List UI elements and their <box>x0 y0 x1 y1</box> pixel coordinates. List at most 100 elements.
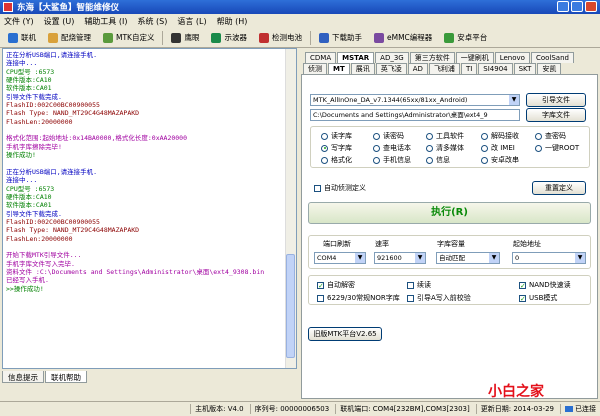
da-file-select[interactable]: MTK_AllInOne_DA_v7.1344(65xx/81xx_Androi… <box>310 94 520 106</box>
auto-detect-checkbox[interactable]: 自动侦测定义 <box>314 183 366 193</box>
radio-circle[interactable] <box>373 144 380 152</box>
tab-2[interactable]: 展讯 <box>350 63 375 74</box>
radio-option[interactable]: 安卓改串 <box>481 155 519 165</box>
radio-circle[interactable] <box>535 144 542 152</box>
font-file-button[interactable]: 字库文件 <box>526 108 586 122</box>
option-checkbox[interactable]: 6229/30常规NOR字库 <box>317 293 400 303</box>
tab-9[interactable]: 安凯 <box>537 63 562 74</box>
tab-3[interactable]: 英飞凌 <box>375 63 407 74</box>
radio-option[interactable]: 改 IMEI <box>481 143 515 153</box>
execute-button[interactable]: 执行(R) <box>308 202 591 224</box>
option-checkbox[interactable]: 引导A写入前校验 <box>407 293 471 303</box>
tab-3[interactable]: 第三方软件 <box>409 52 455 63</box>
path-field[interactable]: C:\Documents and Settings\Administrator\… <box>310 109 520 121</box>
tab-1[interactable]: MT <box>328 63 350 74</box>
radio-option[interactable]: 查电话本 <box>373 143 411 153</box>
checkbox-box[interactable] <box>317 294 324 302</box>
radio-option[interactable]: 格式化 <box>321 155 352 165</box>
option-checkbox[interactable]: 续读 <box>407 280 431 290</box>
menu-settings[interactable]: 设置 (U) <box>44 16 75 27</box>
tab-0[interactable]: CDMA <box>305 52 337 63</box>
toolbar-button-8[interactable]: 安卓平台 <box>439 30 492 46</box>
tab-8[interactable]: SKT <box>513 63 537 74</box>
checkbox-box[interactable] <box>314 184 321 192</box>
chevron-down-icon[interactable]: ▼ <box>415 253 425 263</box>
checkbox-box[interactable] <box>407 281 414 289</box>
tab-5[interactable]: Lenovo <box>494 52 530 63</box>
radio-option[interactable]: 读字库 <box>321 131 352 141</box>
port-select[interactable]: COM4 ▼ <box>314 252 366 264</box>
toolbar-button-6[interactable]: 下载助手 <box>314 30 367 46</box>
option-checkbox[interactable]: ✓ USB模式 <box>519 293 557 303</box>
radio-circle[interactable] <box>426 156 433 164</box>
option-checkbox[interactable]: ✓ 自动解密 <box>317 280 355 290</box>
radio-circle[interactable] <box>535 132 542 140</box>
radio-label: 查电话本 <box>383 144 411 152</box>
tab-help[interactable]: 联机帮助 <box>45 371 87 383</box>
radio-circle[interactable] <box>321 156 328 164</box>
menu-tools[interactable]: 辅助工具 (I) <box>84 16 127 27</box>
toolbar-button-1[interactable]: 配烧管理 <box>43 30 96 46</box>
chevron-down-icon[interactable]: ▼ <box>355 253 365 263</box>
tab-6[interactable]: TI <box>460 63 478 74</box>
menu-file[interactable]: 文件 (Y) <box>4 16 34 27</box>
chevron-down-icon[interactable]: ▼ <box>489 253 499 263</box>
tab-5[interactable]: 飞利浦 <box>428 63 460 74</box>
scrollbar-thumb[interactable] <box>286 254 295 358</box>
checkbox-box[interactable]: ✓ <box>519 294 526 302</box>
radio-circle[interactable] <box>481 132 488 140</box>
menu-help[interactable]: 帮助 (H) <box>217 16 248 27</box>
radio-option[interactable]: 查密码 <box>535 131 566 141</box>
checkbox-box[interactable]: ✓ <box>519 281 526 289</box>
minimize-icon[interactable] <box>557 1 569 12</box>
toolbar-button-4[interactable]: 示波器 <box>206 30 252 46</box>
radio-option[interactable]: 工具软件 <box>426 131 464 141</box>
radio-option[interactable]: 信息 <box>426 155 450 165</box>
menu-language[interactable]: 语言 (L) <box>177 16 206 27</box>
toolbar-button-label: MTK自定义 <box>116 33 155 42</box>
radio-option[interactable]: 解码接收 <box>481 131 519 141</box>
toolbar-button-2[interactable]: MTK自定义 <box>98 30 159 46</box>
radio-circle[interactable] <box>373 132 380 140</box>
radio-circle[interactable] <box>373 156 380 164</box>
maximize-icon[interactable] <box>571 1 583 12</box>
tab-0[interactable]: 侦测 <box>303 63 327 74</box>
close-icon[interactable] <box>585 1 597 12</box>
tab-4[interactable]: 一键刷机 <box>455 52 494 63</box>
radio-circle[interactable] <box>321 144 328 152</box>
radio-option[interactable]: 读密码 <box>373 131 404 141</box>
toolbar-button-7[interactable]: eMMC编程器 <box>369 30 437 46</box>
boot-file-button[interactable]: 引导文件 <box>526 93 586 107</box>
chevron-down-icon[interactable]: ▼ <box>575 253 585 263</box>
toolbar-button-0[interactable]: 联机 <box>3 30 41 46</box>
tab-4[interactable]: AD <box>407 63 428 74</box>
radio-circle[interactable] <box>426 144 433 152</box>
toolbar-button-3[interactable]: 鹰眼 <box>166 30 204 46</box>
tab-1[interactable]: MSTAR <box>337 52 375 63</box>
capacity-select[interactable]: 自动匹配 ▼ <box>436 252 500 264</box>
menu-system[interactable]: 系统 (S) <box>137 16 167 27</box>
checkbox-box[interactable]: ✓ <box>317 281 324 289</box>
radio-option[interactable]: 一键ROOT <box>535 143 579 153</box>
toolbar-button-5[interactable]: 检测电池 <box>254 30 307 46</box>
radio-circle[interactable] <box>321 132 328 140</box>
start-addr-select[interactable]: 0 ▼ <box>512 252 586 264</box>
radio-option[interactable]: 写字库 <box>321 143 352 153</box>
checkbox-box[interactable] <box>407 294 414 302</box>
baud-select[interactable]: 921600 ▼ <box>374 252 426 264</box>
old-mtk-button[interactable]: 旧版MTK平台V2.65 <box>308 327 382 341</box>
tab-7[interactable]: SI4904 <box>478 63 513 74</box>
radio-option[interactable]: 手机信息 <box>373 155 411 165</box>
tab-2[interactable]: AD_3G <box>375 52 409 63</box>
radio-circle[interactable] <box>481 144 488 152</box>
reset-button[interactable]: 重置定义 <box>532 181 586 195</box>
tab-info[interactable]: 信息提示 <box>2 371 44 383</box>
chevron-down-icon[interactable]: ▼ <box>509 95 519 105</box>
radio-option[interactable]: 清多媒体 <box>426 143 464 153</box>
tab-6[interactable]: CoolSand <box>530 52 574 63</box>
radio-circle[interactable] <box>426 132 433 140</box>
option-checkbox[interactable]: ✓ NAND快速读 <box>519 280 571 290</box>
radio-circle[interactable] <box>481 156 488 164</box>
log-scrollbar[interactable] <box>285 49 296 368</box>
